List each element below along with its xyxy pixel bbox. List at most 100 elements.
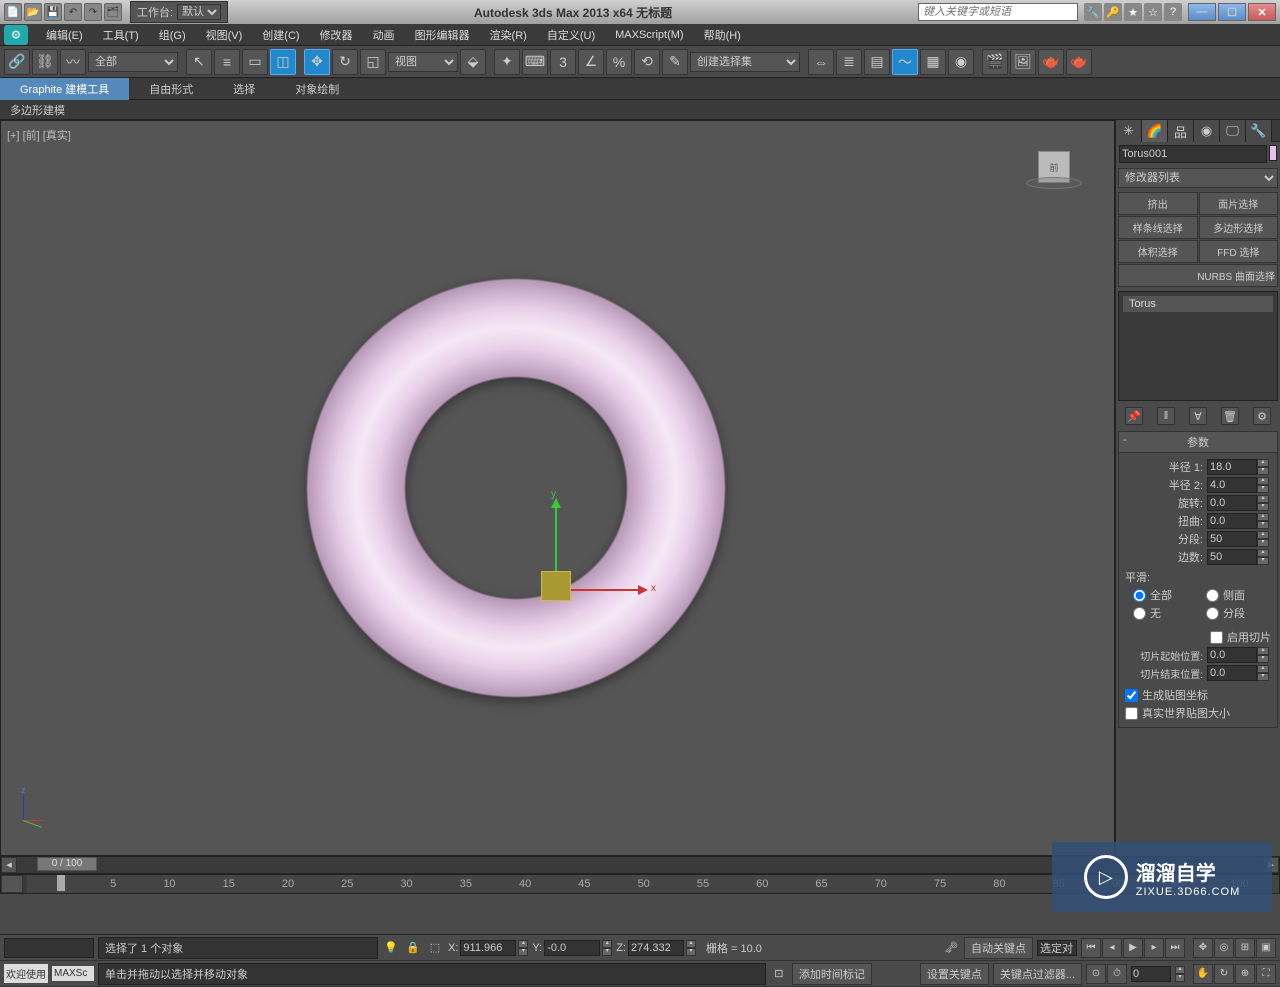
real-world-checkbox[interactable] <box>1125 707 1138 720</box>
tab-display-icon[interactable]: 🖵 <box>1220 120 1246 142</box>
select-tool-icon[interactable]: ↖ <box>186 49 212 75</box>
auto-key-button[interactable]: 自动关键点 <box>964 937 1033 959</box>
radius1-spinner[interactable]: ▴▾ <box>1207 459 1271 475</box>
close-button[interactable]: ✕ <box>1248 3 1276 21</box>
isolate-icon[interactable]: ⬚ <box>426 939 444 957</box>
select-name-icon[interactable]: ≡ <box>214 49 240 75</box>
tab-hierarchy-icon[interactable]: 品 <box>1168 120 1194 142</box>
show-result-icon[interactable]: ‖ <box>1157 407 1175 425</box>
pin-stack-icon[interactable]: 📌 <box>1125 407 1143 425</box>
ref-coord-dropdown[interactable]: 视图 <box>388 52 458 72</box>
set-key-button[interactable]: 设置关键点 <box>920 963 989 985</box>
script-label[interactable]: MAXSc <box>52 966 94 981</box>
new-icon[interactable]: 📄 <box>4 3 22 21</box>
time-config-icon[interactable]: ⏱ <box>1107 964 1127 984</box>
time-prev-icon[interactable]: ◂ <box>1 857 17 873</box>
nav-7-icon[interactable]: ⊕ <box>1235 964 1255 984</box>
workspace-selector[interactable]: 工作台: 默认 <box>130 1 228 23</box>
time-handle[interactable]: 0 / 100 <box>37 857 97 871</box>
mod-btn-spline[interactable]: 样条线选择 <box>1118 216 1198 239</box>
maximize-button[interactable]: ☐ <box>1218 3 1246 21</box>
key-mode-icon[interactable]: ⊙ <box>1086 964 1106 984</box>
mod-btn-vol[interactable]: 体积选择 <box>1118 240 1198 263</box>
slice-to-spinner[interactable]: ▴▾ <box>1207 665 1271 681</box>
rotation-spinner[interactable]: ▴▾ <box>1207 495 1271 511</box>
render-setup-icon[interactable]: 🎬 <box>982 49 1008 75</box>
keyboard-icon[interactable]: ⌨ <box>522 49 548 75</box>
goto-start-icon[interactable]: ⏮ <box>1081 938 1101 958</box>
menu-help[interactable]: 帮助(H) <box>694 25 751 45</box>
nav-6-icon[interactable]: ↻ <box>1214 964 1234 984</box>
viewport-label[interactable]: [+] [前] [真实] <box>7 127 71 143</box>
padlock-icon[interactable]: 🔒 <box>404 939 422 957</box>
search-input[interactable] <box>918 3 1078 21</box>
rotate-tool-icon[interactable]: ↻ <box>332 49 358 75</box>
viewcube[interactable]: 前 <box>1024 151 1084 191</box>
ribbon-tab-paint[interactable]: 对象绘制 <box>275 78 359 100</box>
nav-3-icon[interactable]: ⊞ <box>1235 938 1255 958</box>
goto-end-icon[interactable]: ⏭ <box>1165 938 1185 958</box>
spinner-snap-icon[interactable]: ⟲ <box>634 49 660 75</box>
unlink-tool-icon[interactable]: ⛓ <box>32 49 58 75</box>
redo-icon[interactable]: ↷ <box>84 3 102 21</box>
mod-btn-poly[interactable]: 多边形选择 <box>1199 216 1279 239</box>
comm-center-icon[interactable]: ⊡ <box>770 965 788 983</box>
menu-customize[interactable]: 自定义(U) <box>537 25 605 45</box>
minimize-button[interactable]: — <box>1188 3 1216 21</box>
object-color-swatch[interactable] <box>1269 145 1277 161</box>
smooth-all-radio[interactable]: 全部 <box>1133 587 1198 603</box>
percent-snap-icon[interactable]: % <box>606 49 632 75</box>
menu-modifiers[interactable]: 修改器 <box>310 25 363 45</box>
tab-create-icon[interactable]: ✳ <box>1116 120 1142 142</box>
object-name-input[interactable] <box>1119 145 1267 163</box>
smooth-segs-radio[interactable]: 分段 <box>1206 605 1271 621</box>
rollup-header[interactable]: - 参数 <box>1119 432 1277 453</box>
scale-tool-icon[interactable]: ◱ <box>360 49 386 75</box>
named-selection-dropdown[interactable]: 创建选择集 <box>690 52 800 72</box>
prev-frame-icon[interactable]: ◂ <box>1102 938 1122 958</box>
playhead[interactable] <box>57 875 65 891</box>
save-icon[interactable]: 💾 <box>44 3 62 21</box>
mod-btn-face[interactable]: 面片选择 <box>1199 192 1279 215</box>
lock-icon[interactable]: 💡 <box>382 939 400 957</box>
menu-rendering[interactable]: 渲染(R) <box>480 25 537 45</box>
smooth-none-radio[interactable]: 无 <box>1133 605 1198 621</box>
play-icon[interactable]: ▶ <box>1123 938 1143 958</box>
ribbon-tab-selection[interactable]: 选择 <box>213 78 275 100</box>
z-input[interactable] <box>628 940 684 956</box>
undo-icon[interactable]: ↶ <box>64 3 82 21</box>
gizmo-xy-plane[interactable] <box>541 571 571 601</box>
manipulate-icon[interactable]: ✦ <box>494 49 520 75</box>
menu-create[interactable]: 创建(C) <box>252 25 309 45</box>
ribbon-sub-poly[interactable]: 多边形建模 <box>0 100 1280 120</box>
snap-3d-icon[interactable]: 3 <box>550 49 576 75</box>
stack-item-torus[interactable]: Torus <box>1123 296 1273 312</box>
align-icon[interactable]: ≣ <box>836 49 862 75</box>
menu-graph[interactable]: 图形编辑器 <box>405 25 480 45</box>
nav-2-icon[interactable]: ◎ <box>1214 938 1234 958</box>
mod-btn-extrude[interactable]: 挤出 <box>1118 192 1198 215</box>
app-menu-icon[interactable]: ⊙ <box>4 25 28 45</box>
star-icon[interactable]: ★ <box>1124 3 1142 21</box>
move-tool-icon[interactable]: ✥ <box>304 49 330 75</box>
x-input[interactable] <box>460 940 516 956</box>
modifier-list-dropdown[interactable]: 修改器列表 <box>1118 168 1278 188</box>
nav-8-icon[interactable]: ⛶ <box>1256 964 1276 984</box>
mirror-icon[interactable]: ⇔ <box>808 49 834 75</box>
trackbar-toggle-icon[interactable] <box>1 875 23 893</box>
tab-modify-icon[interactable]: 🌈 <box>1142 120 1168 142</box>
smooth-sides-radio[interactable]: 侧面 <box>1206 587 1271 603</box>
make-unique-icon[interactable]: ∀ <box>1189 407 1207 425</box>
segments-spinner[interactable]: ▴▾ <box>1207 531 1271 547</box>
configure-icon[interactable]: ⚙ <box>1253 407 1271 425</box>
y-input[interactable] <box>544 940 600 956</box>
open-icon[interactable]: 📂 <box>24 3 42 21</box>
layers-icon[interactable]: ▤ <box>864 49 890 75</box>
help-icon[interactable]: ? <box>1164 3 1182 21</box>
rect-select-icon[interactable]: ▭ <box>242 49 268 75</box>
toolbox-icon[interactable]: 🔧 <box>1084 3 1102 21</box>
window-crossing-icon[interactable]: ◫ <box>270 49 296 75</box>
remove-mod-icon[interactable]: 🗑 <box>1221 407 1239 425</box>
next-frame-icon[interactable]: ▸ <box>1144 938 1164 958</box>
pivot-icon[interactable]: ⬙ <box>460 49 486 75</box>
